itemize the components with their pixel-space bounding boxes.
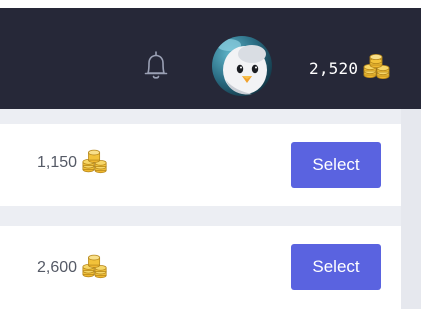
page: 2,520 1,150 Select 2,600 Select (0, 0, 421, 309)
coin-balance: 2,520 (309, 54, 392, 81)
coin-stack-icon (362, 51, 392, 85)
select-button[interactable]: Select (291, 244, 381, 290)
select-button[interactable]: Select (291, 142, 381, 188)
top-bar: 2,520 (0, 8, 421, 109)
offer-card: 1,150 Select (0, 124, 401, 206)
offer-coin-value: 2,600 (37, 259, 78, 276)
balance-value: 2,520 (309, 58, 359, 78)
offer-amount: 2,600 (37, 254, 109, 282)
coin-stack-icon (81, 252, 109, 284)
page-edge (401, 109, 421, 309)
coin-stack-icon (81, 147, 109, 179)
avatar[interactable] (212, 36, 272, 96)
top-strip (0, 0, 421, 8)
offer-card: 2,600 Select (0, 226, 401, 309)
offer-coin-value: 1,150 (37, 154, 78, 171)
offer-amount: 1,150 (37, 149, 109, 177)
bell-icon[interactable] (141, 49, 171, 83)
